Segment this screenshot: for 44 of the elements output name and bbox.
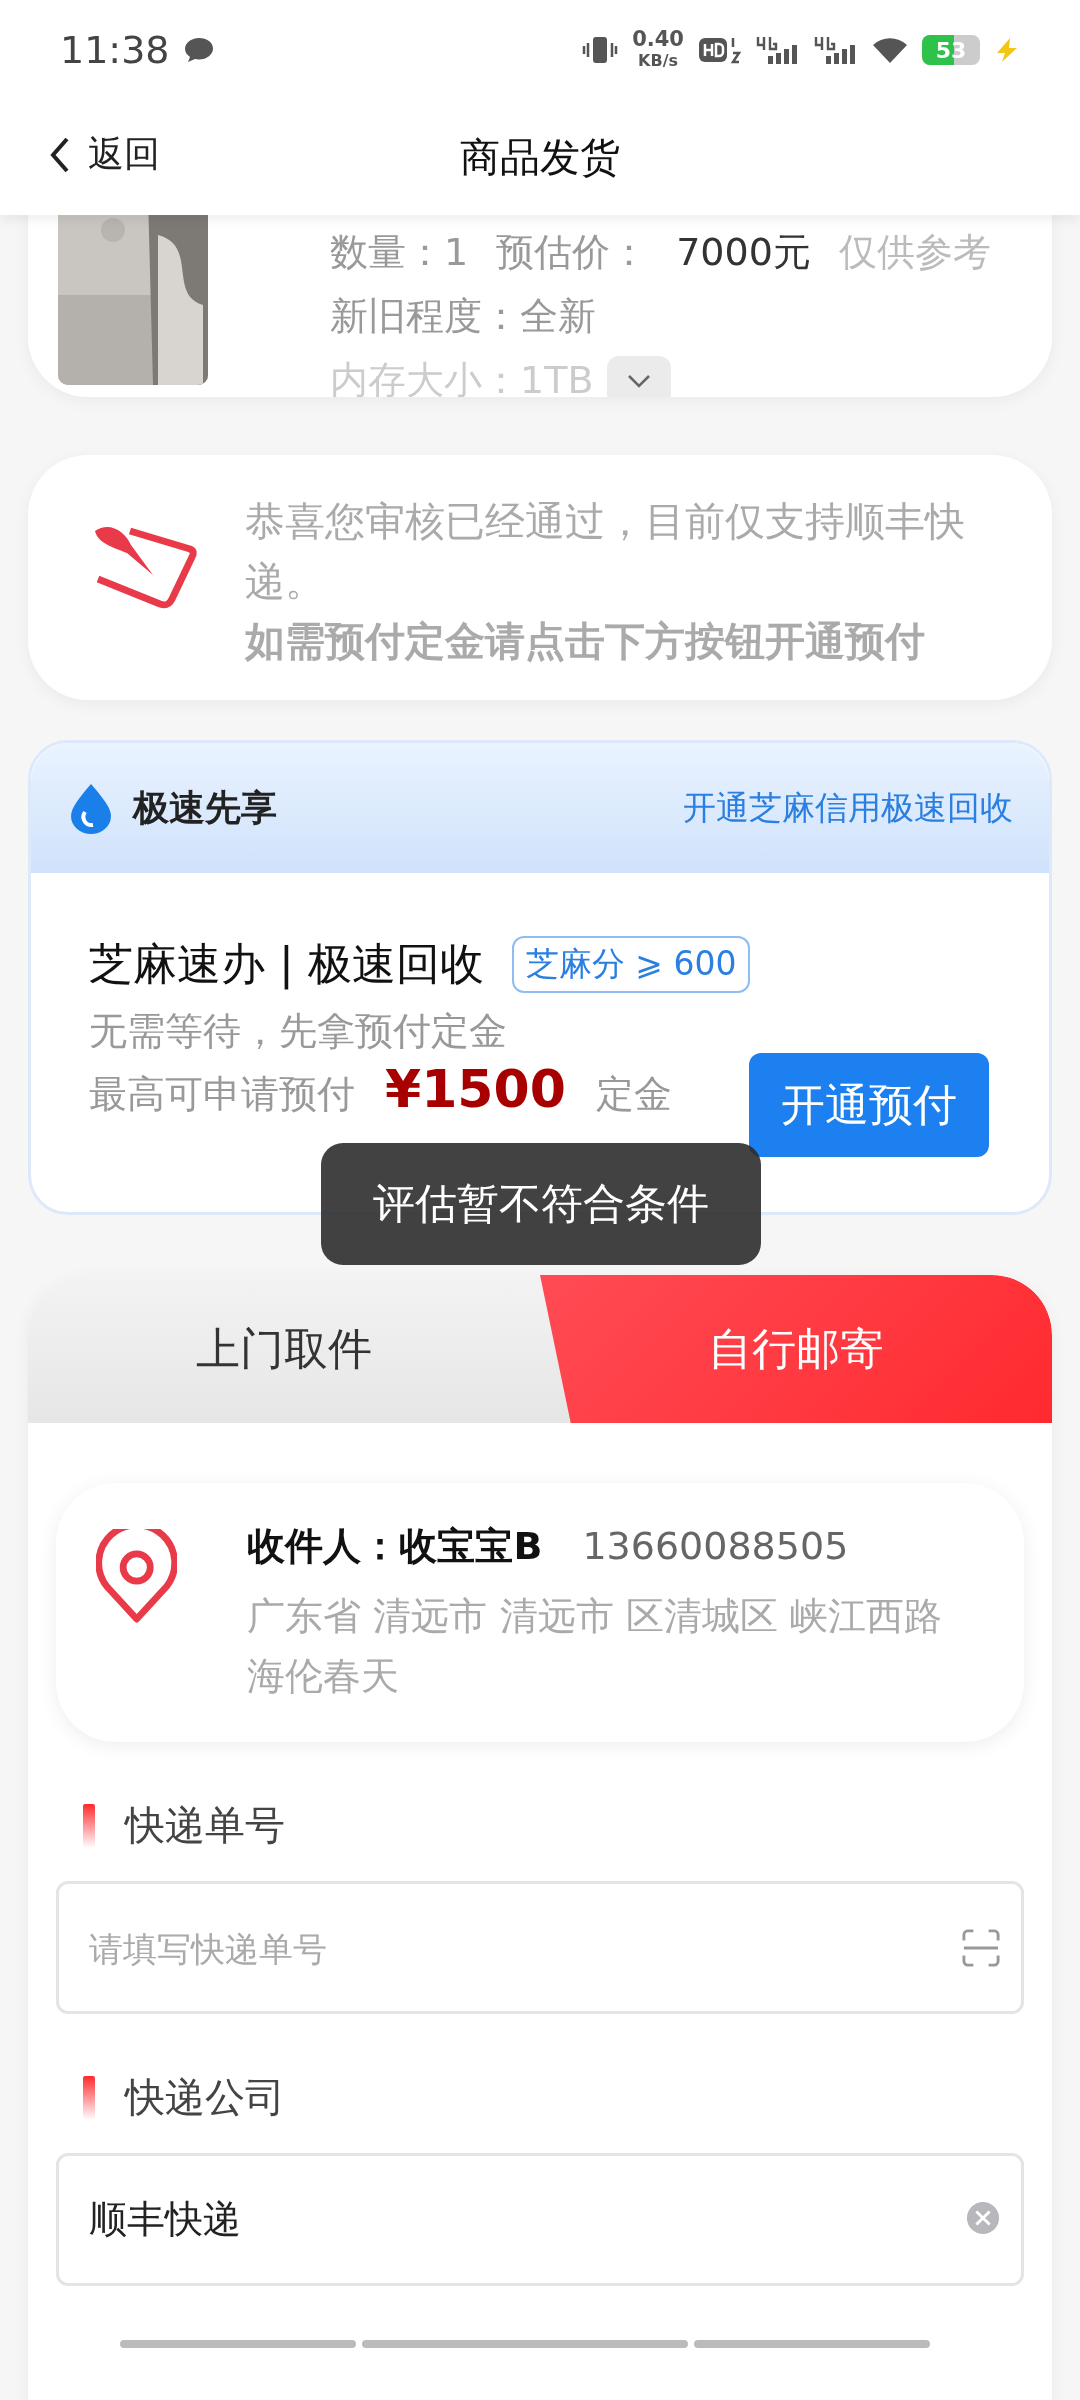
prepay-subtitle: 无需等待，先拿预付定金: [89, 1008, 508, 1055]
drop-icon: [69, 782, 113, 834]
price-note: 仅供参考: [838, 229, 991, 276]
network-speed: 0.40: [632, 28, 684, 50]
limit-suffix: 定金: [595, 1074, 672, 1116]
signal-icon: [756, 34, 800, 66]
price-value: 7000元: [676, 229, 811, 276]
signal-icon: [814, 34, 858, 66]
recipient-address: 广东省 清远市 清远市 区清城区 峡江西路海伦春天: [247, 1593, 943, 1700]
open-prepay-button[interactable]: 开通预付: [749, 1053, 989, 1157]
wifi-icon: [872, 36, 908, 64]
condition-text: 新旧程度：全新: [330, 293, 596, 340]
page-title: 商品发货: [460, 133, 620, 182]
prepay-heading: 芝麻速办 | 极速回收: [89, 937, 484, 992]
field-label: 快递公司: [125, 2073, 285, 2122]
quantity-text: 数量：1: [330, 229, 469, 276]
notice-text: 恭喜您审核已经通过，目前仅支持顺丰快递。: [245, 497, 966, 606]
vibrate-icon: [582, 35, 619, 65]
score-badge: 芝麻分 ⩾ 600: [511, 936, 751, 993]
scan-icon[interactable]: [962, 1929, 1000, 1967]
field-label: 快递单号: [125, 1801, 285, 1850]
price-label: 预估价：: [496, 229, 649, 276]
deposit-amount: ¥1500: [385, 1061, 566, 1119]
recipient-name: 收件人：收宝宝B: [247, 1523, 543, 1570]
recipient-phone: 13660088505: [582, 1524, 849, 1568]
input-field[interactable]: 顺丰快递: [56, 2153, 1024, 2286]
speed-unit: KB/s: [638, 50, 679, 72]
status-time: 11:38: [60, 28, 170, 72]
expand-button[interactable]: [607, 356, 672, 397]
shipping-tab[interactable]: 自行邮寄: [540, 1275, 1052, 1423]
chevron-down-icon: [627, 374, 652, 388]
clear-icon[interactable]: [966, 2201, 1000, 2235]
limit-label: 最高可申请预付: [89, 1074, 355, 1116]
location-pin-icon: [96, 1529, 178, 1625]
prepay-title: 极速先享: [133, 785, 277, 830]
status-toast: 评估暂不符合条件: [321, 1143, 761, 1265]
back-icon: [50, 136, 70, 173]
section-marker: [83, 1803, 95, 1848]
section-marker: [83, 2075, 95, 2120]
notice-instruction: 如需预付定金请点击下方按钮开通预付: [245, 617, 926, 666]
input-field[interactable]: 请填写快递单号: [56, 1881, 1024, 2014]
back-button[interactable]: 返回: [44, 124, 166, 185]
shipping-tab[interactable]: 上门取件: [28, 1275, 540, 1423]
chat-bubble-icon: [183, 37, 214, 63]
